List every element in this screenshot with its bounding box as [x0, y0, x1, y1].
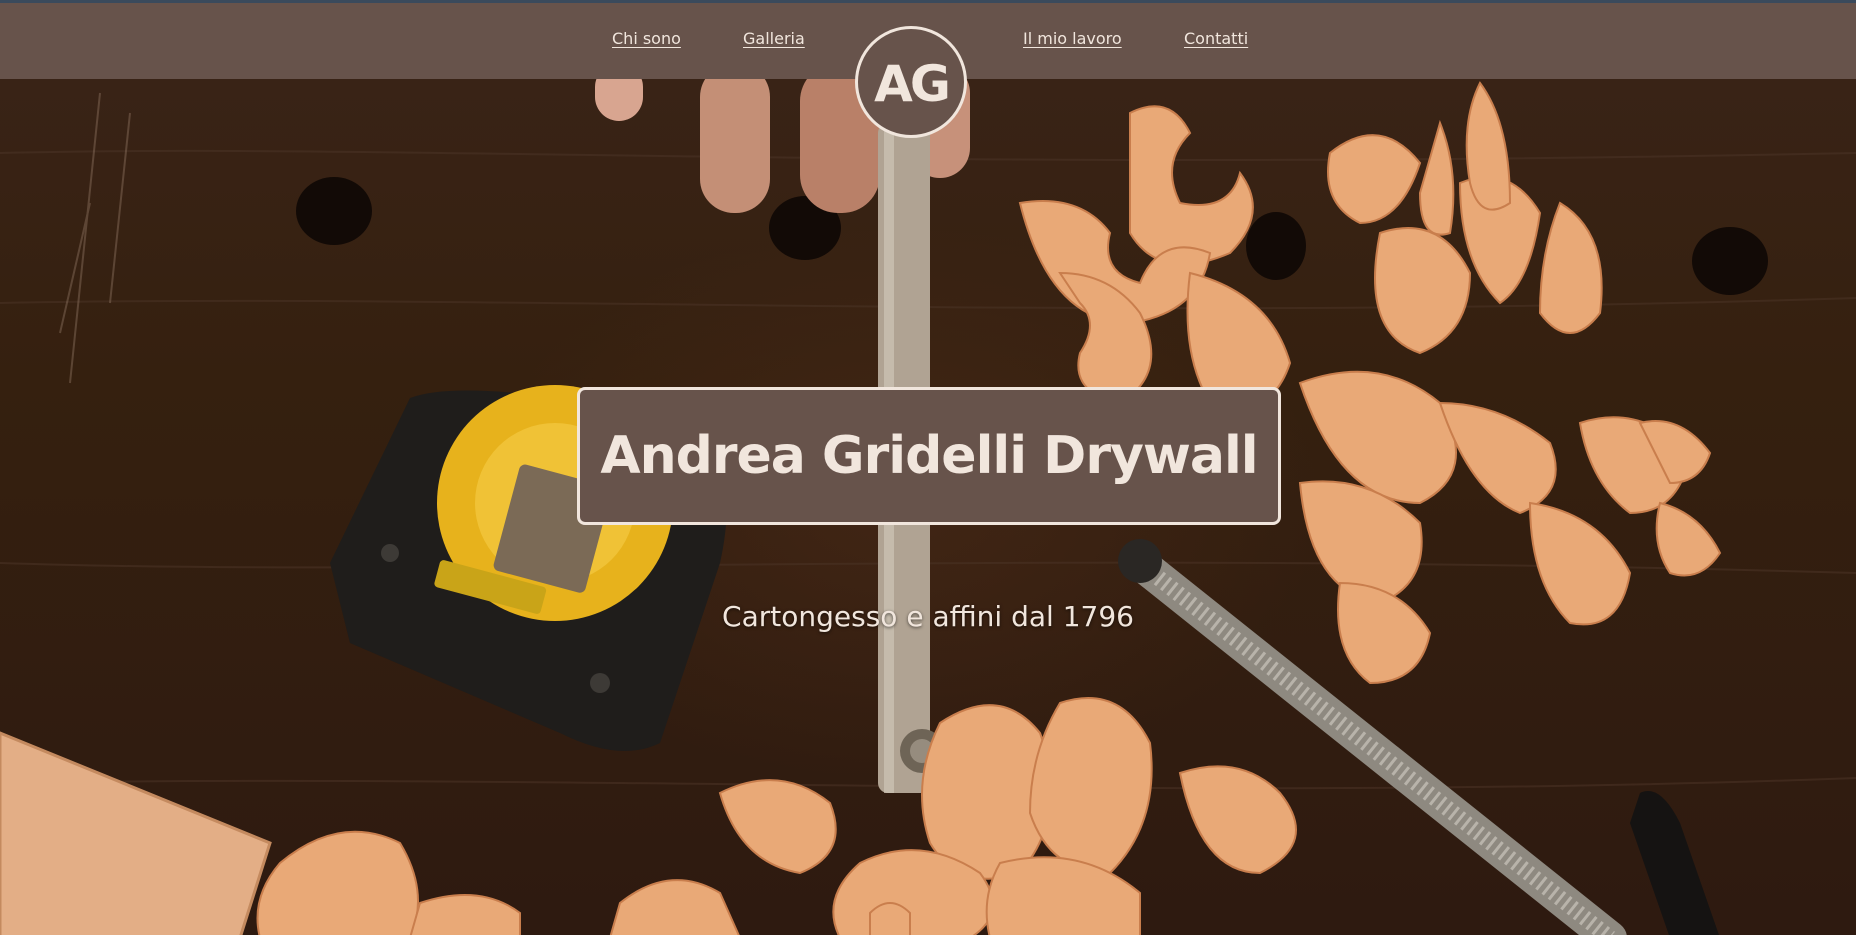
nav-link-il-mio-lavoro[interactable]: Il mio lavoro [1023, 29, 1122, 48]
nav-link-galleria[interactable]: Galleria [743, 29, 805, 48]
logo-text: AG [874, 55, 951, 113]
hero-title-card: Andrea Gridelli Drywall [577, 387, 1281, 525]
page-title: Andrea Gridelli Drywall [600, 426, 1258, 486]
nav-link-contatti[interactable]: Contatti [1184, 29, 1248, 48]
nav-link-chi-sono[interactable]: Chi sono [612, 29, 681, 48]
page: Chi sono Galleria Il mio lavoro Contatti… [0, 0, 1856, 935]
hero-subtitle: Cartongesso e affini dal 1796 [722, 600, 1134, 633]
logo-badge[interactable]: AG [855, 26, 967, 138]
